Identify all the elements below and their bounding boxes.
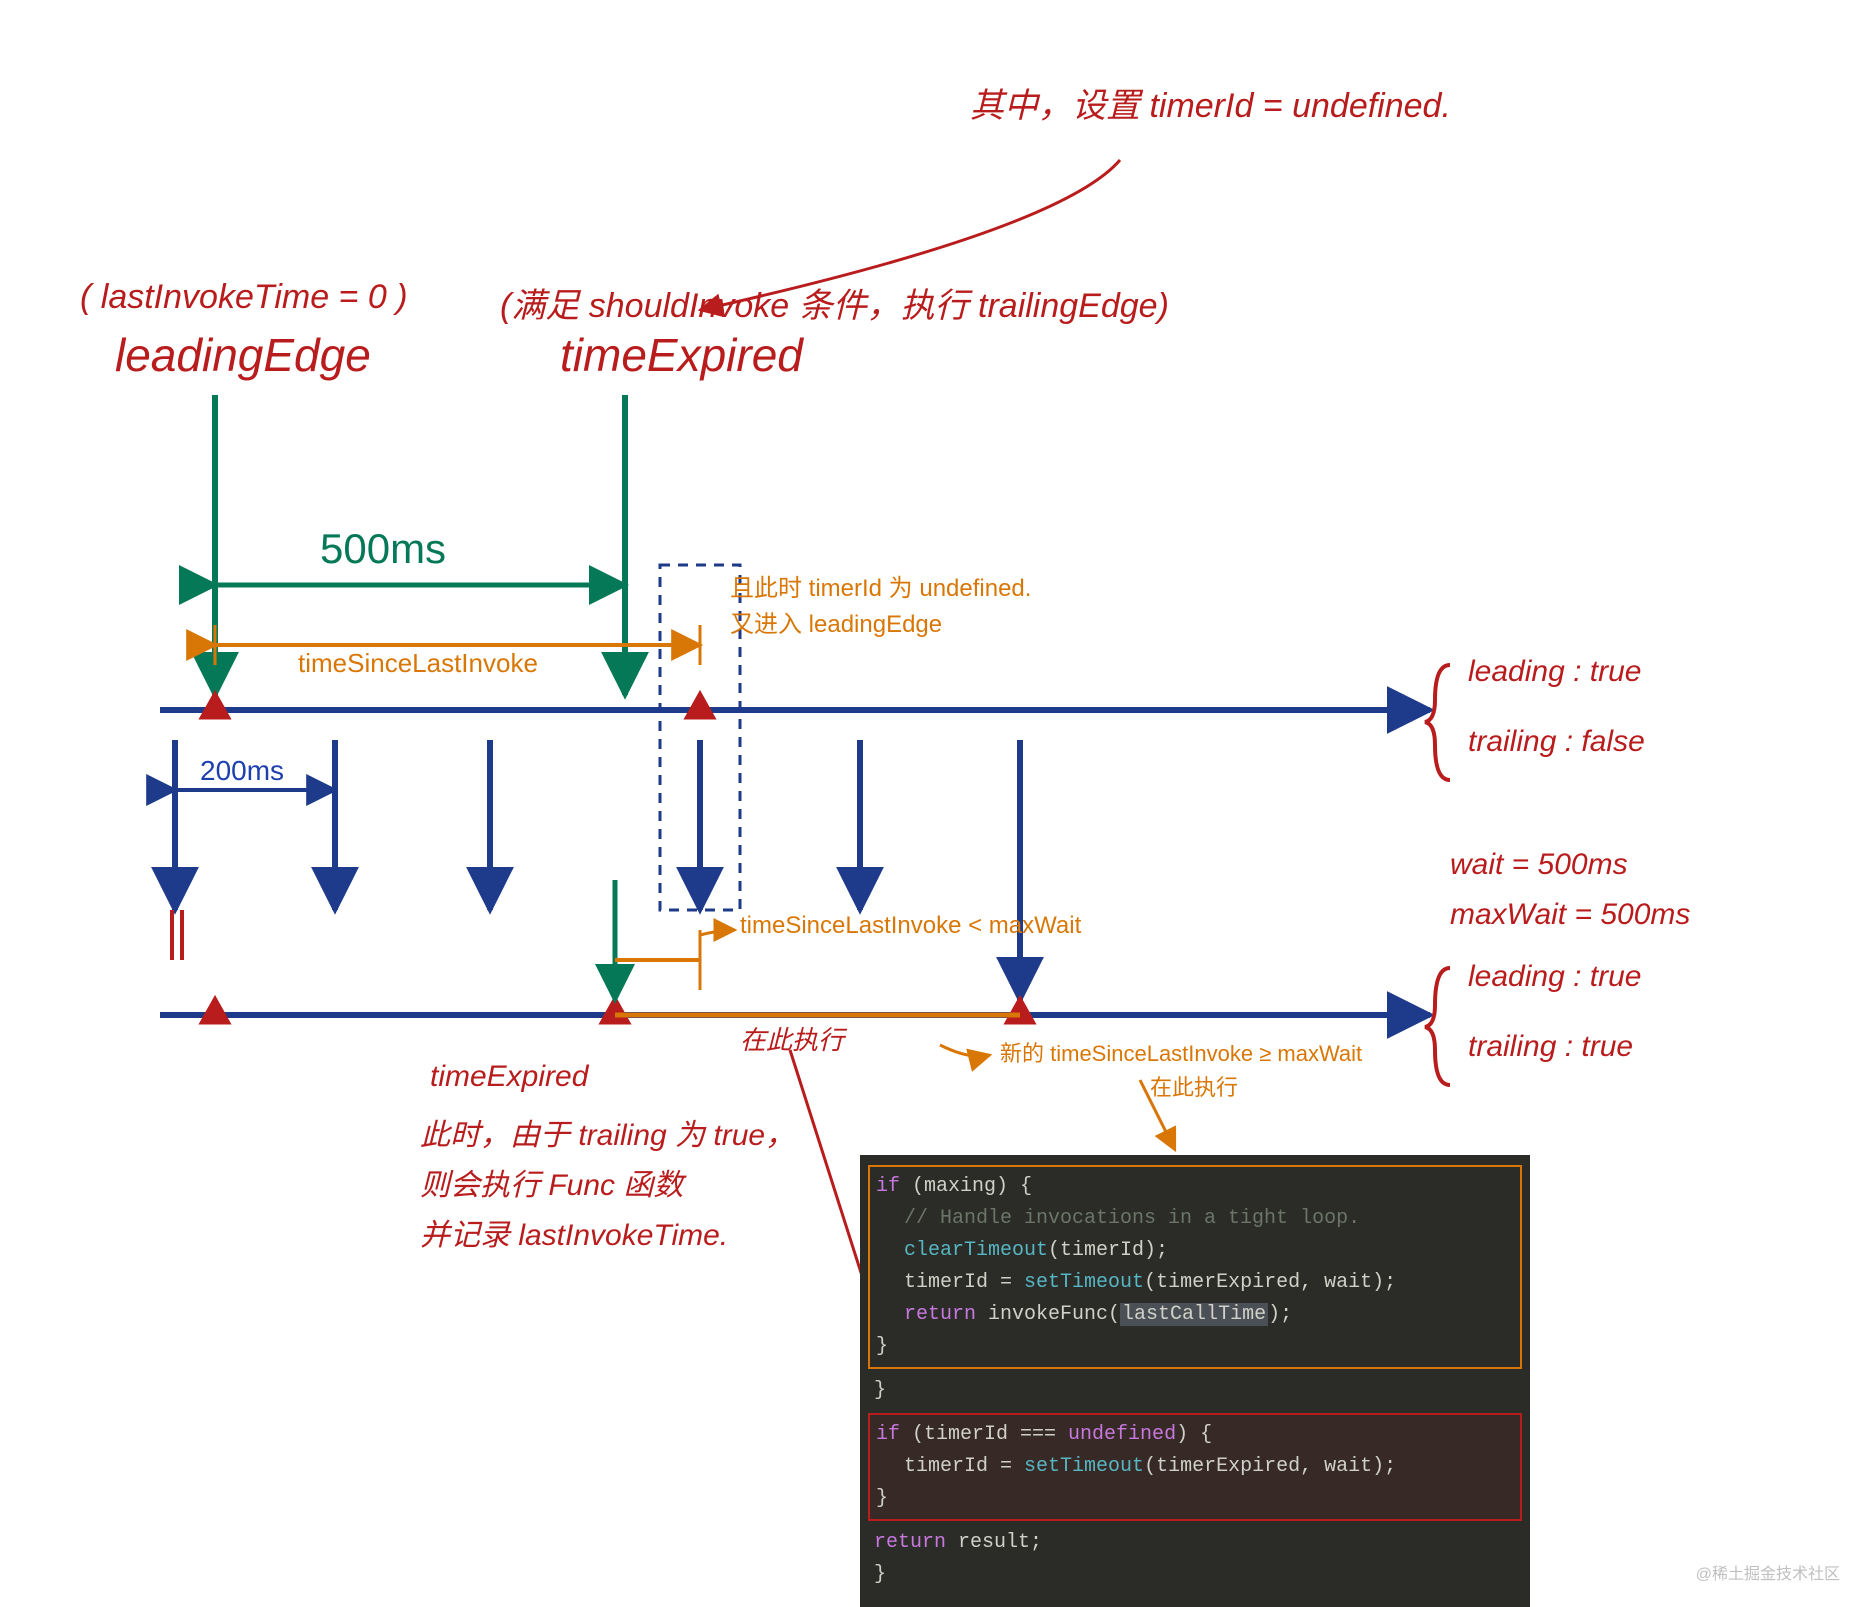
red-block-l3: 则会执行 Func 函数 xyxy=(420,1160,683,1204)
code-kw-ret1: return xyxy=(904,1303,976,1326)
code-kw-undef: undefined xyxy=(1068,1423,1176,1446)
span-200ms-label: 200ms xyxy=(200,755,284,787)
code-sel-lastcall: lastCallTime xyxy=(1120,1303,1268,1326)
code-t12: } xyxy=(874,1563,886,1586)
diagram-canvas: 其中，设置 timerId = undefined. ( lastInvokeT… xyxy=(0,0,1850,1590)
code-t5b: invokeFunc( xyxy=(976,1303,1120,1326)
opt-top-leading: leading : true xyxy=(1468,655,1641,689)
span-500ms-label: 500ms xyxy=(320,525,446,573)
note-reenter-leadingedge: 又进入 leadingEdge xyxy=(730,604,942,639)
wait-label: wait = 500ms xyxy=(1450,848,1628,882)
maxwait-label: maxWait = 500ms xyxy=(1450,898,1690,932)
code-t6: } xyxy=(876,1335,888,1358)
code-kw-ret2: return xyxy=(874,1531,946,1554)
code-t11b: result; xyxy=(946,1531,1042,1554)
label-timeexpired-top: timeExpired xyxy=(560,328,803,382)
code-t3b: (timerId); xyxy=(1048,1239,1168,1262)
note-exec-here-orange: 在此执行 xyxy=(1150,1070,1238,1102)
opt-bot-trailing: trailing : true xyxy=(1468,1030,1633,1064)
note-timerid-undefined: 且此时 timerId 为 undefined. xyxy=(730,568,1031,603)
code-fn-set1: setTimeout xyxy=(1024,1271,1144,1294)
red-block-l4: 并记录 lastInvokeTime. xyxy=(420,1210,728,1254)
code-comment: // Handle invocations in a tight loop. xyxy=(904,1207,1360,1230)
opt-bot-leading: leading : true xyxy=(1468,960,1641,994)
code-t4c: (timerExpired, wait); xyxy=(1144,1271,1396,1294)
code-t8b: (timerId === xyxy=(900,1423,1068,1446)
code-t10: } xyxy=(876,1487,888,1510)
code-t7: } xyxy=(874,1379,886,1402)
note-lastinvoketime: ( lastInvokeTime = 0 ) xyxy=(80,278,408,317)
code-t5d: ); xyxy=(1268,1303,1292,1326)
code-highlight-undefined: if (timerId === undefined) { timerId = s… xyxy=(868,1413,1522,1521)
code-t9c: (timerExpired, wait); xyxy=(1144,1455,1396,1478)
note-shouldinvoke: (满足 shouldInvoke 条件，执行 trailingEdge) xyxy=(500,278,1169,327)
note-tsli-lt-maxwait: timeSinceLastInvoke < maxWait xyxy=(740,912,1081,940)
code-t1b: (maxing) { xyxy=(900,1175,1032,1198)
code-t4a: timerId = xyxy=(904,1271,1024,1294)
code-fn-clear: clearTimeout xyxy=(904,1239,1048,1262)
label-leadingedge: leadingEdge xyxy=(115,328,371,382)
code-t8d: ) { xyxy=(1176,1423,1212,1446)
code-snippet: if (maxing) { // Handle invocations in a… xyxy=(860,1155,1530,1607)
code-fn-set2: setTimeout xyxy=(1024,1455,1144,1478)
red-block-l1: timeExpired xyxy=(430,1060,588,1094)
code-kw-if2: if xyxy=(876,1423,900,1446)
code-highlight-maxing: if (maxing) { // Handle invocations in a… xyxy=(868,1165,1522,1369)
note-tsli-ge-maxwait: 新的 timeSinceLastInvoke ≥ maxWait xyxy=(1000,1036,1362,1068)
code-kw-if1: if xyxy=(876,1175,900,1198)
opt-top-trailing: trailing : false xyxy=(1468,725,1645,759)
red-block-l2: 此时，由于 trailing 为 true， xyxy=(420,1110,795,1154)
note-top-right: 其中，设置 timerId = undefined. xyxy=(970,78,1451,127)
tsli-label: timeSinceLastInvoke xyxy=(298,648,538,679)
note-exec-here-red: 在此执行 xyxy=(740,1020,844,1057)
watermark: @稀土掘金技术社区 xyxy=(1696,1560,1840,1584)
code-t9a: timerId = xyxy=(904,1455,1024,1478)
